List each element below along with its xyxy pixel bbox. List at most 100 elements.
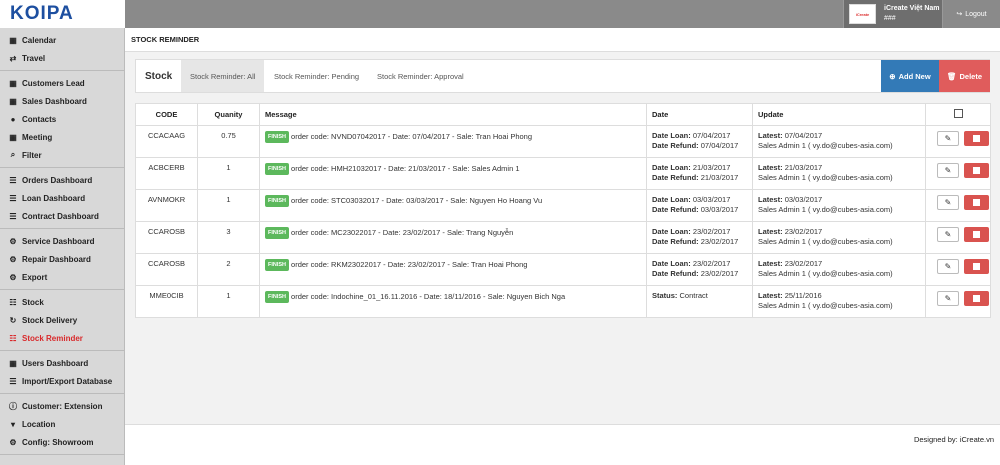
cell-quantity: 1 <box>197 157 260 190</box>
cell-code: CCAROSB <box>135 221 198 254</box>
list-icon: ☰ <box>9 175 17 185</box>
list-icon: ☰ <box>9 193 17 203</box>
sidebar-item-loan-dashboard[interactable]: ☰ Loan Dashboard <box>0 189 124 207</box>
sidebar-item-label: Customer: Extension <box>22 401 103 411</box>
th-icon: ▦ <box>9 96 17 106</box>
sidebar-item-stock-reminder[interactable]: ☷ Stock Reminder <box>0 329 124 347</box>
status-badge: FINISH <box>265 195 290 207</box>
table-row: MME0CIB 1 FINISH order code: Indochine_01_1… <box>135 285 991 318</box>
sidebar-item-config-showroom[interactable]: ⚙ Config: Showroom <box>0 433 124 451</box>
sidebar-item-label: Export <box>22 272 48 282</box>
sidebar-item-customers-lead[interactable]: ▦ Customers Lead <box>0 74 124 92</box>
sidebar-group: ▦ Customers Lead ▦ Sales Dashboard ● Contacts… <box>0 71 124 168</box>
sidebar-group: ▦ Calendar ⇄ Travel <box>0 28 124 71</box>
cell-date: Date Loan: 21/03/2017 Date Refund: 21/03/… <box>646 157 753 190</box>
refresh-icon: ↻ <box>9 315 17 325</box>
edit-button[interactable]: ✎ <box>937 131 959 146</box>
remove-button[interactable] <box>964 131 989 146</box>
sidebar-item-customer-extension[interactable]: ⓘ Customer: Extension <box>0 397 124 415</box>
sidebar-item-label: Stock Delivery <box>22 315 78 325</box>
sidebar-item-label: Contract Dashboard <box>22 211 99 221</box>
sidebar-item-location[interactable]: ▾ Location <box>0 415 124 433</box>
edit-button[interactable]: ✎ <box>937 227 959 242</box>
tab-stock-reminder-approval[interactable]: Stock Reminder: Approval <box>368 60 473 92</box>
sidebar-item-label: Contacts <box>22 114 57 124</box>
edit-icon: ✎ <box>944 197 952 207</box>
remove-button[interactable] <box>964 227 989 242</box>
sidebar-item-sales-dashboard[interactable]: ▦ Sales Dashboard <box>0 92 124 110</box>
sidebar-item-label: Location <box>22 419 56 429</box>
table-header-row: CODE Quanity Message Date Update <box>135 103 991 126</box>
database-icon: ☷ <box>9 297 17 307</box>
add-new-button[interactable]: ⊕ Add New <box>881 60 939 92</box>
brand-logo[interactable]: KOIPA <box>0 0 125 28</box>
cell-code: MME0CIB <box>135 285 198 318</box>
sidebar-item-contract-dashboard[interactable]: ☰ Contract Dashboard <box>0 207 124 225</box>
table-row: ACBCERB 1 FINISH order code: HMH21032017 - … <box>135 157 991 190</box>
sidebar-item-label: Repair Dashboard <box>22 254 91 264</box>
date1-label: Date Loan: <box>652 131 691 140</box>
sidebar-item-label: Sales Dashboard <box>22 96 87 106</box>
sidebar-item-stock-delivery[interactable]: ↻ Stock Delivery <box>0 311 124 329</box>
tab-stock-reminder-pending[interactable]: Stock Reminder: Pending <box>265 60 368 92</box>
remove-button[interactable] <box>964 291 989 306</box>
sidebar-item-calendar[interactable]: ▦ Calendar <box>0 31 124 49</box>
latest-value: 23/02/2017 <box>784 259 823 268</box>
latest-label: Latest: <box>758 131 783 140</box>
delete-button[interactable]: 🗑 Delete <box>939 60 990 92</box>
sidebar-item-contacts[interactable]: ● Contacts <box>0 110 124 128</box>
sidebar-item-orders-dashboard[interactable]: ☰ Orders Dashboard <box>0 171 124 189</box>
sidebar-item-users-dashboard[interactable]: ▦ Users Dashboard <box>0 354 124 372</box>
tab-stock-reminder-all[interactable]: Stock Reminder: All <box>181 60 265 92</box>
gear-icon: ⚙ <box>9 437 17 447</box>
list-icon: ☰ <box>9 376 17 386</box>
sidebar-item-label: Filter <box>22 150 42 160</box>
cell-date: Date Loan: 03/03/2017 Date Refund: 03/03/… <box>646 189 753 222</box>
th-icon: ▦ <box>9 358 17 368</box>
remove-button[interactable] <box>964 163 989 178</box>
stock-panel: Stock Stock Reminder: All Stock Reminder… <box>135 59 990 93</box>
date1-label: Date Loan: <box>652 195 691 204</box>
remove-button[interactable] <box>964 259 989 274</box>
col-select-all <box>925 103 991 126</box>
edit-button[interactable]: ✎ <box>937 259 959 274</box>
logout-label: Logout <box>965 10 987 18</box>
cell-actions: ✎ <box>925 253 991 286</box>
edit-button[interactable]: ✎ <box>937 163 959 178</box>
cell-quantity: 3 <box>197 221 260 254</box>
date2-value: 07/04/2017 <box>700 141 739 150</box>
select-all-checkbox[interactable] <box>953 109 963 118</box>
message-text: order code: Indochine_01_16.11.2016 - Da… <box>291 292 566 301</box>
cell-actions: ✎ <box>925 189 991 222</box>
date1-value: 23/02/2017 <box>692 227 731 236</box>
cell-date: Date Loan: 23/02/2017 Date Refund: 23/02/… <box>646 253 753 286</box>
user-icon: ● <box>10 114 16 124</box>
cell-date: Status: Contract <box>646 285 753 318</box>
date1-value: 03/03/2017 <box>692 195 731 204</box>
stop-icon <box>973 263 980 270</box>
cell-code: CCACAAG <box>135 125 198 158</box>
sidebar-item-import-export-database[interactable]: ☰ Import/Export Database <box>0 372 124 390</box>
sidebar-item-travel[interactable]: ⇄ Travel <box>0 49 124 67</box>
edit-button[interactable]: ✎ <box>937 195 959 210</box>
avatar-text: iCreate <box>855 11 870 17</box>
logout-button[interactable]: ↪ Logout <box>943 0 1000 28</box>
sidebar-item-meeting[interactable]: ▦ Meeting <box>0 128 124 146</box>
latest-value: 07/04/2017 <box>784 131 823 140</box>
logout-icon: ↪ <box>956 11 963 18</box>
sidebar-item-service-dashboard[interactable]: ⚙ Service Dashboard <box>0 232 124 250</box>
table-row: CCAROSB 2 FINISH order code: RKM23022017 - … <box>135 253 991 286</box>
user-menu[interactable]: iCreate iCreate Việt Nam ### <box>843 0 943 28</box>
sidebar-item-stock[interactable]: ☷ Stock <box>0 293 124 311</box>
date2-label: Date Refund: <box>652 237 699 246</box>
sidebar-item-repair-dashboard[interactable]: ⚙ Repair Dashboard <box>0 250 124 268</box>
sidebar-item-filter[interactable]: ⌕ Filter <box>0 146 124 164</box>
message-text: order code: RKM23022017 - Date: 23/02/20… <box>291 260 528 269</box>
col-code: CODE <box>135 103 198 126</box>
remove-button[interactable] <box>964 195 989 210</box>
col-date: Date <box>646 103 753 126</box>
cell-update: Latest: 23/02/2017 Sales Admin 1 ( vy.do@… <box>752 221 926 254</box>
sidebar-item-export[interactable]: ⚙ Export <box>0 268 124 286</box>
edit-button[interactable]: ✎ <box>937 291 959 306</box>
cell-message: FINISH order code: STC03032017 - Date: 03… <box>259 189 647 222</box>
